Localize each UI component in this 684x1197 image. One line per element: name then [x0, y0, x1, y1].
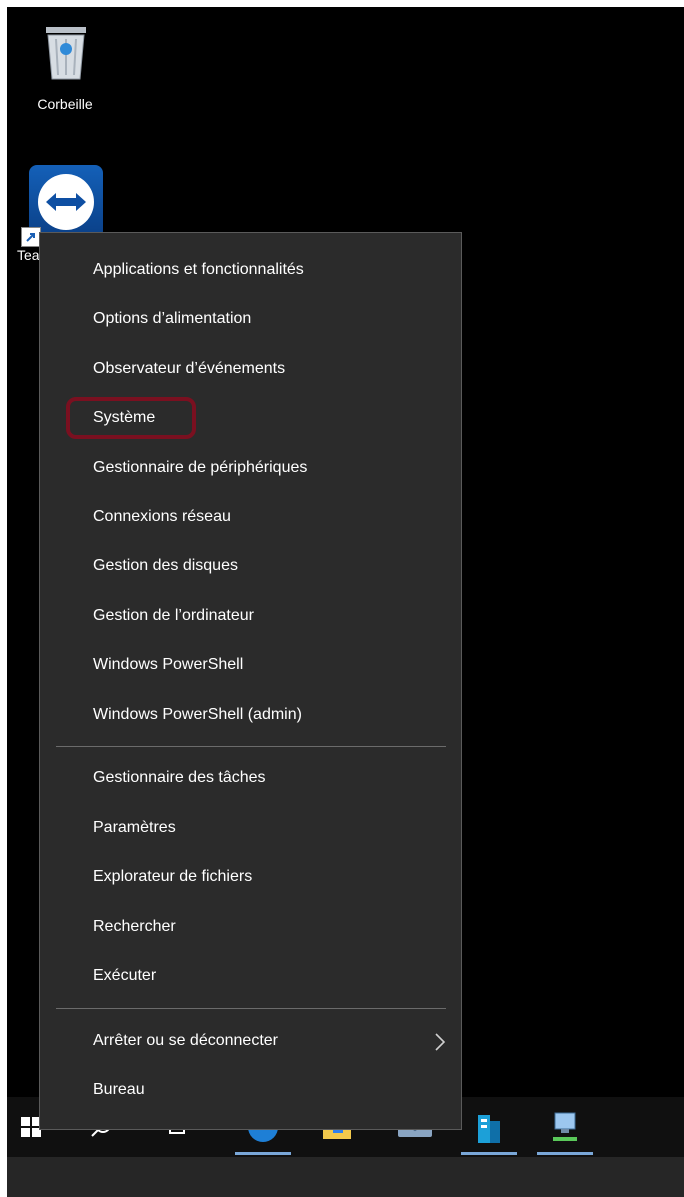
desktop-icon-teamviewer[interactable]: Tea [9, 165, 109, 263]
menu-item-file-explorer[interactable]: Explorateur de fichiers [40, 857, 461, 897]
menu-item-label: Paramètres [93, 819, 176, 836]
chevron-right-icon [435, 1033, 445, 1051]
menu-item-label: Explorateur de fichiers [93, 868, 253, 885]
recycle-bin-icon [46, 27, 86, 80]
menu-item-settings[interactable]: Paramètres [40, 808, 461, 848]
menu-item-label: Rechercher [93, 918, 176, 935]
menu-item-label: Applications et fonctionnalités [93, 261, 304, 278]
teamviewer-icon [21, 165, 103, 247]
menu-item-label: Windows PowerShell (admin) [93, 706, 302, 723]
menu-item-label: Gestion de l’ordinateur [93, 607, 254, 624]
menu-item-label: Arrêter ou se déconnecter [93, 1032, 278, 1049]
menu-item-label: Gestionnaire des tâches [93, 769, 266, 786]
menu-item-label: Gestion des disques [93, 557, 238, 574]
menu-item-event-viewer[interactable]: Observateur d’événements [40, 349, 461, 389]
menu-separator [56, 1008, 446, 1009]
menu-item-shutdown-signout[interactable]: Arrêter ou se déconnecter [40, 1021, 461, 1061]
menu-item-desktop[interactable]: Bureau [40, 1070, 461, 1110]
server-manager-button[interactable] [459, 1097, 519, 1157]
menu-item-label: Bureau [93, 1081, 145, 1098]
menu-item-label: Options d’alimentation [93, 310, 252, 327]
menu-item-label: Gestionnaire de périphériques [93, 459, 308, 476]
bottom-strip [7, 1157, 684, 1197]
menu-item-label: Connexions réseau [93, 508, 231, 525]
desktop-icon-label: Tea [17, 247, 40, 263]
network-computer-button[interactable] [535, 1097, 595, 1157]
desktop-icon-label: Corbeille [37, 96, 93, 112]
menu-item-apps-features[interactable]: Applications et fonctionnalités [40, 250, 461, 290]
menu-item-computer-management[interactable]: Gestion de l’ordinateur [40, 596, 461, 636]
menu-item-device-manager[interactable]: Gestionnaire de périphériques [40, 448, 461, 488]
winx-context-menu: Applications et fonctionnalités Options … [39, 232, 462, 1130]
menu-item-network-connections[interactable]: Connexions réseau [40, 497, 461, 537]
menu-item-power-options[interactable]: Options d’alimentation [40, 299, 461, 339]
server-manager-icon [478, 1115, 500, 1143]
menu-item-search[interactable]: Rechercher [40, 907, 461, 947]
menu-item-task-manager[interactable]: Gestionnaire des tâches [40, 758, 461, 798]
menu-item-label: Observateur d’événements [93, 360, 286, 377]
menu-item-label: Windows PowerShell [93, 656, 244, 673]
menu-item-run[interactable]: Exécuter [40, 956, 461, 996]
windows-start-icon [21, 1117, 41, 1137]
highlight-outline [66, 397, 196, 439]
menu-item-label: Exécuter [93, 967, 157, 984]
desktop-icon-recycle-bin[interactable]: Corbeille [24, 17, 106, 112]
menu-separator [56, 746, 446, 747]
menu-item-disk-management[interactable]: Gestion des disques [40, 546, 461, 586]
shortcut-arrow-icon [21, 227, 41, 247]
menu-item-powershell-admin[interactable]: Windows PowerShell (admin) [40, 695, 461, 735]
menu-item-powershell[interactable]: Windows PowerShell [40, 645, 461, 685]
network-computer-icon [553, 1112, 577, 1141]
